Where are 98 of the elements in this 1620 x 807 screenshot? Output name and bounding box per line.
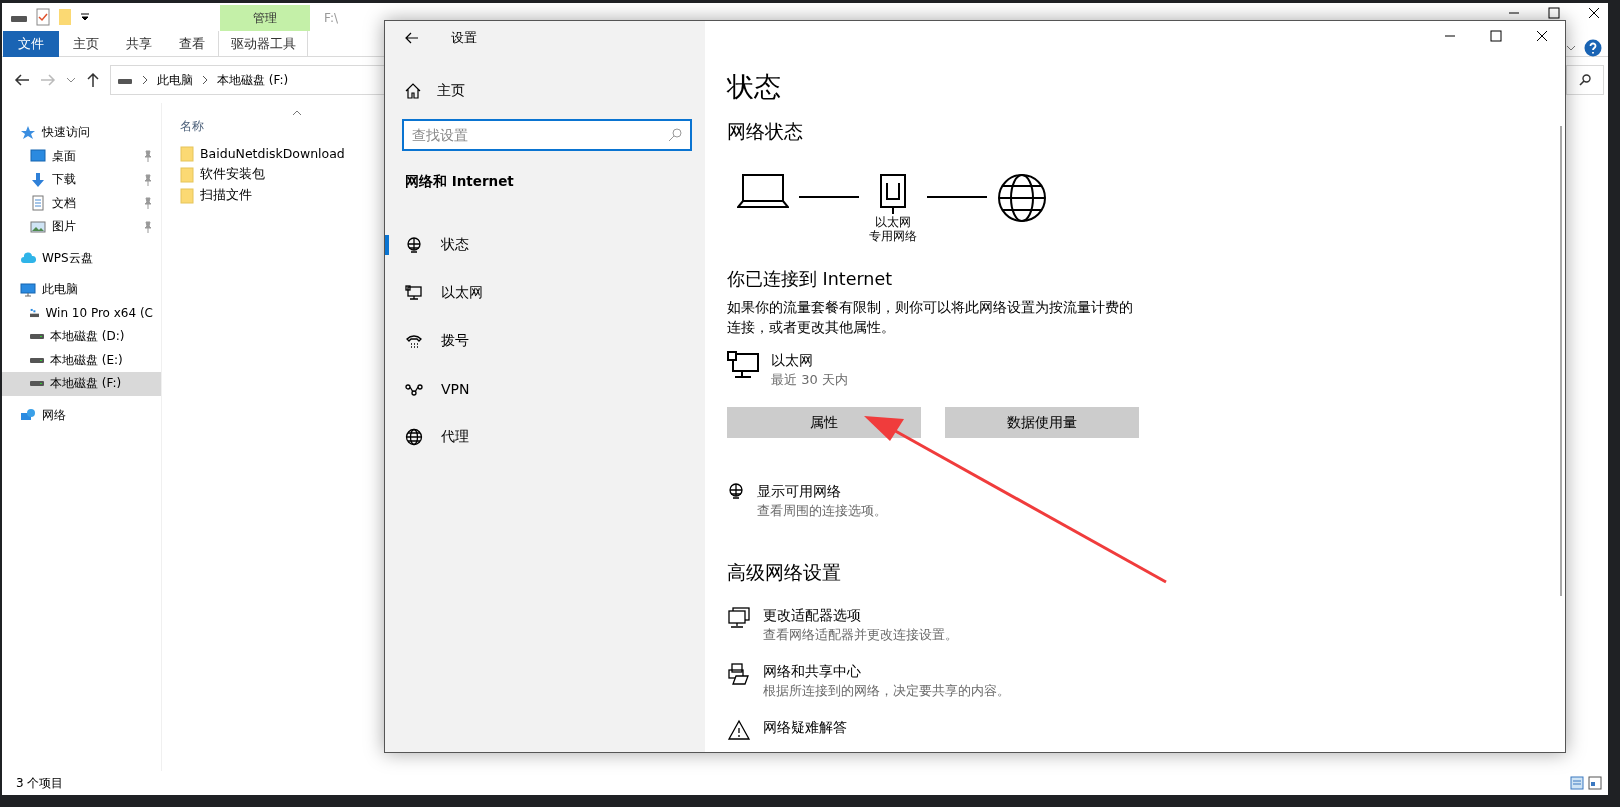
contextual-tab-group: 管理 bbox=[220, 5, 310, 31]
nav-item[interactable]: 本地磁盘 (E:) bbox=[2, 348, 161, 372]
chevron-right-icon bbox=[141, 75, 149, 85]
close-icon[interactable] bbox=[1588, 7, 1600, 19]
settings-nav-item[interactable]: 代理 bbox=[385, 413, 705, 461]
dropdown-icon[interactable] bbox=[80, 12, 90, 22]
nav-item[interactable]: Win 10 Pro x64 (C bbox=[2, 301, 161, 325]
window-title: 设置 bbox=[451, 29, 477, 47]
search-icon bbox=[668, 128, 682, 142]
action-button[interactable]: 数据使用量 bbox=[945, 407, 1139, 438]
file-name[interactable]: 软件安装包 bbox=[200, 166, 265, 183]
status-text: 3 个项目 bbox=[16, 774, 64, 792]
maximize-icon[interactable] bbox=[1548, 7, 1560, 19]
setting-description: 查看网络适配器并更改连接设置。 bbox=[763, 626, 958, 644]
section-heading: 高级网络设置 bbox=[727, 560, 842, 585]
desktop-icon bbox=[30, 148, 46, 165]
laptop-icon bbox=[737, 173, 789, 209]
globe-monitor-icon bbox=[727, 482, 745, 500]
close-icon bbox=[1536, 30, 1548, 42]
ribbon-tab[interactable]: 主页 bbox=[59, 31, 112, 57]
section-heading: 网络状态 bbox=[727, 119, 804, 144]
drive-icon bbox=[30, 334, 44, 340]
breadcrumb-item[interactable]: 本地磁盘 (F:) bbox=[217, 71, 289, 89]
ribbon-tab[interactable]: 驱动器工具 bbox=[218, 31, 308, 57]
back-arrow-icon[interactable] bbox=[14, 73, 30, 87]
maximize-icon bbox=[1490, 30, 1502, 42]
profile-label: 专用网络 bbox=[869, 229, 917, 243]
window-title: F:\ bbox=[323, 11, 339, 27]
adapter-icon bbox=[727, 606, 751, 630]
folder-icon bbox=[58, 8, 72, 26]
folder-icon bbox=[180, 145, 194, 162]
drive-icon bbox=[30, 381, 44, 387]
picture-icon bbox=[30, 218, 46, 235]
ribbon-tab[interactable]: 文件 bbox=[3, 31, 59, 57]
up-arrow-icon[interactable] bbox=[86, 72, 100, 88]
nav-item[interactable]: 文档 bbox=[2, 191, 161, 215]
sharing-icon bbox=[727, 662, 751, 686]
nav-item[interactable]: 网络 bbox=[2, 403, 161, 427]
document-icon bbox=[30, 195, 46, 212]
globe-icon bbox=[997, 173, 1047, 223]
nav-item[interactable]: 本地磁盘 (D:) bbox=[2, 325, 161, 349]
nav-item[interactable]: 下载 bbox=[2, 168, 161, 192]
phone-icon bbox=[405, 332, 423, 350]
warning-icon bbox=[727, 718, 751, 742]
breadcrumb-item[interactable]: 此电脑 bbox=[157, 71, 193, 89]
description-text: 如果你的流量套餐有限制，则你可以将此网络设置为按流量计费的连接，或者更改其他属性。 bbox=[727, 298, 1134, 337]
globe-monitor-icon bbox=[405, 236, 423, 254]
column-header[interactable]: 名称 bbox=[180, 118, 204, 135]
drive-icon bbox=[30, 357, 44, 363]
setting-description: 根据所连接到的网络，决定要共享的内容。 bbox=[763, 682, 1010, 700]
search-icon bbox=[1579, 74, 1591, 86]
ribbon-tab[interactable]: 查看 bbox=[165, 31, 218, 57]
setting-description: 查看周围的连接选项。 bbox=[757, 502, 887, 520]
file-name[interactable]: 扫描文件 bbox=[200, 187, 252, 204]
ethernet-port-icon bbox=[879, 173, 907, 215]
home-link[interactable]: 主页 bbox=[385, 79, 705, 103]
folder-icon bbox=[180, 166, 194, 183]
star-icon bbox=[20, 124, 36, 141]
setting-link[interactable]: 显示可用网络 bbox=[757, 482, 887, 501]
tiles-view-icon[interactable] bbox=[1588, 776, 1602, 790]
nav-item[interactable]: 桌面 bbox=[2, 144, 161, 168]
settings-nav-item[interactable]: 状态 bbox=[385, 221, 705, 269]
download-icon bbox=[30, 171, 46, 188]
nav-item[interactable]: WPS云盘 bbox=[2, 246, 161, 270]
page-title: 状态 bbox=[727, 70, 782, 104]
chevron-icon[interactable] bbox=[66, 76, 76, 84]
ribbon-tab[interactable]: 共享 bbox=[112, 31, 165, 57]
help-icon[interactable] bbox=[1584, 39, 1602, 57]
computer-icon bbox=[20, 281, 36, 298]
checklist-icon bbox=[36, 8, 50, 26]
connection-name: 以太网 bbox=[771, 351, 814, 370]
connection-heading: 你已连接到 Internet bbox=[727, 268, 894, 291]
settings-nav-item[interactable]: VPN bbox=[385, 365, 705, 413]
sort-caret-icon bbox=[292, 110, 302, 116]
nav-item[interactable]: 快速访问 bbox=[2, 121, 161, 145]
setting-link[interactable]: 网络和共享中心 bbox=[763, 662, 1010, 681]
monitor-icon bbox=[405, 284, 423, 302]
search-field[interactable]: 查找设置 bbox=[402, 119, 692, 151]
home-icon bbox=[405, 83, 421, 99]
section-heading: 网络和 Internet bbox=[405, 173, 515, 191]
monitor-icon bbox=[727, 351, 759, 379]
setting-link[interactable]: 网络疑难解答 bbox=[763, 718, 847, 737]
action-button[interactable]: 属性 bbox=[727, 407, 921, 438]
file-name[interactable]: BaiduNetdiskDownload bbox=[200, 146, 345, 161]
settings-nav-item[interactable]: 拨号 bbox=[385, 317, 705, 365]
nav-item[interactable]: 本地磁盘 (F:) bbox=[2, 372, 161, 396]
chevron-right-icon bbox=[201, 75, 209, 85]
chevron-icon[interactable] bbox=[1566, 44, 1576, 52]
nav-item[interactable]: 此电脑 bbox=[2, 278, 161, 302]
settings-nav-item[interactable]: 以太网 bbox=[385, 269, 705, 317]
drive-icon bbox=[30, 307, 40, 320]
adapter-label: 以太网 bbox=[875, 215, 911, 229]
usage-period: 最近 30 天内 bbox=[771, 371, 848, 389]
globe-icon bbox=[405, 428, 423, 446]
folder-icon bbox=[180, 187, 194, 204]
nav-item[interactable]: 图片 bbox=[2, 215, 161, 239]
back-arrow-icon[interactable] bbox=[405, 32, 419, 44]
setting-link[interactable]: 更改适配器选项 bbox=[763, 606, 958, 625]
